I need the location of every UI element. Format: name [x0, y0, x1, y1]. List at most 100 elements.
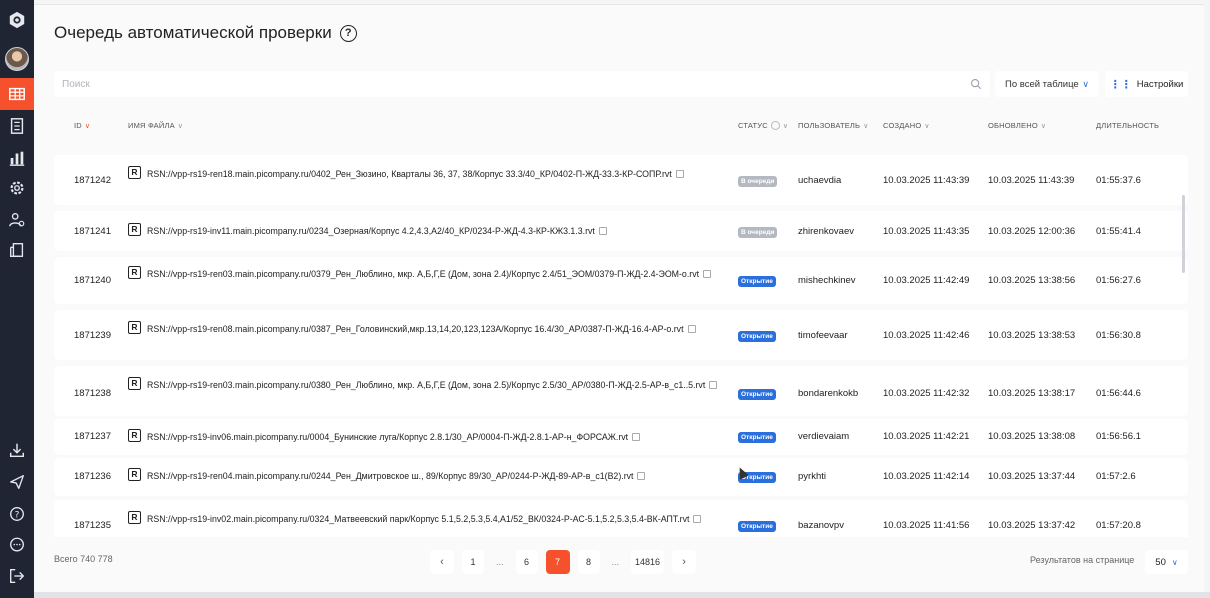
row-file[interactable]: R RSN://vpp-rs19-ren03.main.picompany.ru/… [128, 266, 718, 281]
copy-icon[interactable] [693, 515, 702, 523]
revit-file-icon: R [128, 468, 141, 481]
search-icon[interactable] [970, 78, 982, 90]
revit-file-icon: R [128, 166, 141, 179]
row-file[interactable]: R RSN://vpp-rs19-ren04.main.picompany.ru/… [128, 468, 718, 483]
revit-file-icon: R [128, 321, 141, 334]
copy-icon[interactable] [632, 433, 641, 441]
info-icon[interactable] [770, 121, 780, 130]
table-row[interactable]: 1871235 R RSN://vpp-rs19-inv02.main.picom… [54, 500, 1188, 537]
row-created: 10.03.2025 11:42:46 [883, 330, 970, 341]
row-user: bazanovpv [798, 520, 844, 531]
page-button-current[interactable]: 7 [545, 550, 570, 574]
status-badge: Открытие [738, 432, 776, 443]
per-page-select[interactable]: 50 ∨ [1145, 550, 1188, 574]
sort-icon: ∨ [177, 122, 184, 130]
prev-page-button[interactable]: ‹ [430, 550, 454, 574]
row-file[interactable]: R RSN://vpp-rs19-inv02.main.picompany.ru/… [128, 511, 718, 526]
avatar[interactable] [0, 43, 34, 75]
row-created: 10.03.2025 11:42:32 [883, 388, 970, 399]
column-header-updated[interactable]: Обновлено ∨ [988, 121, 1046, 130]
layers-icon [10, 243, 24, 257]
column-header-file[interactable]: Имя файла ∨ [128, 121, 183, 130]
row-duration: 01:56:56.1 [1096, 431, 1141, 442]
row-user: bondarenkokb [798, 388, 859, 399]
row-created: 10.03.2025 11:42:21 [883, 431, 970, 442]
page-button[interactable]: 6 [515, 550, 538, 574]
settings-button[interactable]: ⋮⋮ Настройки [1105, 71, 1188, 97]
copy-icon[interactable] [687, 325, 696, 333]
table-row[interactable]: 1871239 R RSN://vpp-rs19-ren08.main.picom… [54, 310, 1188, 360]
main-content: Очередь автоматической проверки ? По все… [34, 4, 1204, 592]
status-badge: В очереди [738, 176, 778, 187]
row-duration: 01:56:27.6 [1096, 275, 1141, 286]
row-user: uchaevdia [798, 175, 842, 186]
copy-icon[interactable] [675, 170, 684, 178]
help-icon[interactable]: ? [339, 24, 357, 42]
row-id: 1871238 [74, 388, 111, 399]
row-user: timofeevaar [798, 330, 848, 341]
revit-file-icon: R [128, 377, 141, 390]
chat-icon [10, 537, 24, 552]
sidebar-item-documents[interactable] [0, 110, 34, 142]
table-row[interactable]: 1871242 R RSN://vpp-rs19-ren18.main.picom… [54, 155, 1188, 205]
table-row[interactable]: 1871238 R RSN://vpp-rs19-ren03.main.picom… [54, 366, 1188, 416]
sidebar-item-queue[interactable] [0, 78, 34, 110]
column-header-created[interactable]: Создано ∨ [883, 121, 930, 130]
search-scope-select[interactable]: По всей таблице ∨ [995, 71, 1099, 97]
row-file[interactable]: R RSN://vpp-rs19-ren03.main.picompany.ru/… [128, 377, 718, 392]
copy-icon[interactable] [637, 472, 646, 480]
sidebar-item-send[interactable] [0, 466, 34, 498]
table-header: ID ∨ Имя файла ∨ Статус ∨ Пользователь ∨ Соз… [54, 115, 1188, 137]
page-button[interactable]: 8 [577, 550, 600, 574]
row-id: 1871242 [74, 175, 111, 186]
sidebar-item-download[interactable] [0, 434, 34, 466]
copy-icon[interactable] [703, 270, 712, 278]
table-row[interactable]: 1871236 R RSN://vpp-rs19-ren04.main.picom… [54, 458, 1188, 496]
users-icon [9, 213, 25, 227]
table-row[interactable]: 1871237 R RSN://vpp-rs19-inv06.main.picom… [54, 419, 1188, 455]
row-file[interactable]: R RSN://vpp-rs19-inv06.main.picompany.ru/… [128, 429, 718, 444]
search-input[interactable] [62, 78, 970, 90]
copy-icon[interactable] [709, 381, 718, 389]
row-file[interactable]: R RSN://vpp-rs19-ren08.main.picompany.ru/… [128, 321, 718, 336]
row-updated: 10.03.2025 13:37:42 [988, 520, 1076, 531]
gear-icon [10, 181, 24, 195]
table-row[interactable]: 1871241 R RSN://vpp-rs19-inv11.main.picom… [54, 211, 1188, 251]
sidebar-item-reports[interactable] [0, 142, 34, 174]
sidebar-item-chat[interactable] [0, 529, 34, 561]
chevron-down-icon: ∨ [1171, 557, 1178, 567]
column-header-id[interactable]: ID ∨ [74, 121, 90, 130]
row-duration: 01:55:41.4 [1096, 226, 1141, 237]
status-badge: Открытие [738, 389, 776, 400]
chart-icon [9, 151, 25, 166]
logout-icon [10, 569, 25, 583]
row-created: 10.03.2025 11:42:49 [883, 275, 970, 286]
logo-icon[interactable] [0, 4, 34, 36]
column-header-duration[interactable]: Длительность [1096, 121, 1159, 130]
status-badge: Открытие [738, 521, 776, 532]
next-page-button[interactable]: › [672, 550, 697, 574]
row-file[interactable]: R RSN://vpp-rs19-inv11.main.picompany.ru/… [128, 223, 718, 238]
sidebar-item-help[interactable]: ? [0, 498, 34, 530]
page-button[interactable]: 1 [462, 550, 484, 574]
sidebar-item-models[interactable] [0, 234, 34, 266]
sidebar-item-settings[interactable] [0, 172, 34, 204]
row-duration: 01:55:37.6 [1096, 175, 1141, 186]
row-duration: 01:57:20.8 [1096, 520, 1141, 531]
table-row[interactable]: 1871240 R RSN://vpp-rs19-ren03.main.picom… [54, 257, 1188, 304]
row-file[interactable]: R RSN://vpp-rs19-ren18.main.picompany.ru/… [128, 166, 718, 181]
sort-icon: ∨ [1040, 122, 1047, 130]
scrollbar-thumb[interactable] [1182, 195, 1185, 273]
page-button-last[interactable]: 14816 [631, 550, 665, 574]
chevron-down-icon: ∨ [1082, 78, 1089, 89]
sidebar-item-users[interactable] [0, 204, 34, 236]
column-header-status[interactable]: Статус ∨ [738, 121, 788, 130]
column-header-user[interactable]: Пользователь ∨ [798, 121, 869, 130]
copy-icon[interactable] [598, 227, 607, 235]
page-title: Очередь автоматической проверки ? [54, 23, 357, 43]
page-ellipsis: ... [611, 557, 620, 567]
sort-icon: ∨ [924, 122, 930, 130]
row-duration: 01:56:44.6 [1096, 388, 1141, 399]
sidebar-item-logout[interactable] [0, 560, 34, 592]
status-badge: Открытие [738, 331, 776, 342]
